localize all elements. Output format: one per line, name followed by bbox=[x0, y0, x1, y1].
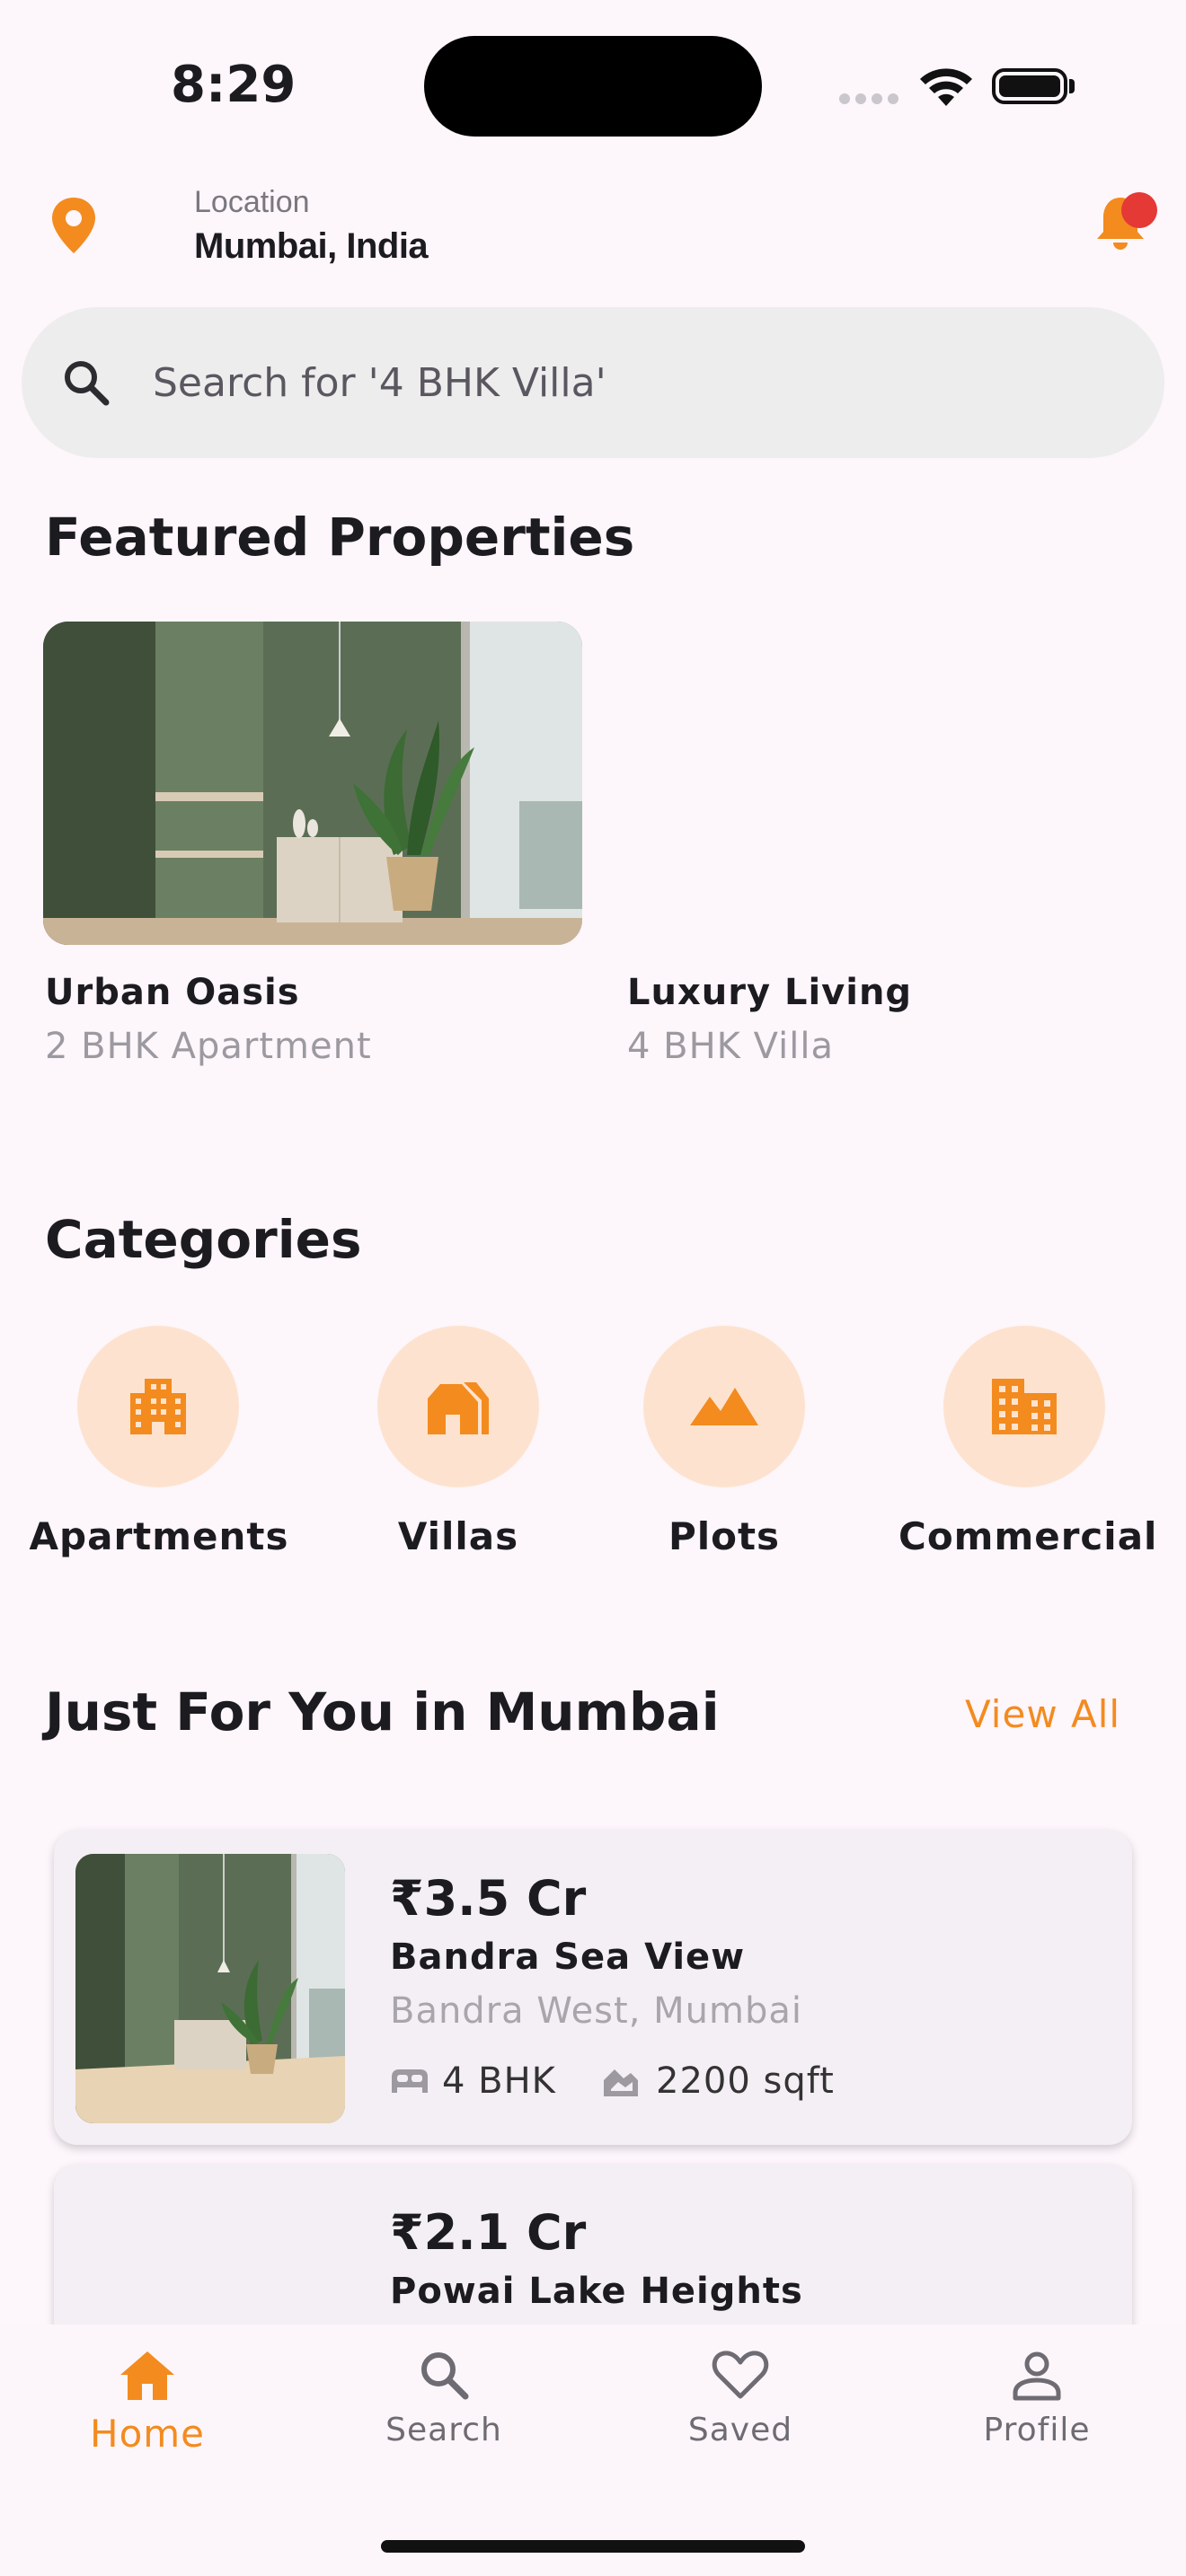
featured-card-title[interactable]: Luxury Living bbox=[627, 972, 912, 1013]
commercial-icon bbox=[992, 1379, 1057, 1434]
featured-card-title[interactable]: Urban Oasis bbox=[45, 972, 300, 1013]
location-label: Location bbox=[194, 185, 310, 219]
view-all-link[interactable]: View All bbox=[965, 1692, 1120, 1736]
notification-badge bbox=[1121, 192, 1157, 228]
nav-item-saved[interactable]: Saved bbox=[633, 2348, 848, 2448]
nav-item-search[interactable]: Search bbox=[336, 2348, 552, 2448]
category-icon-circle bbox=[643, 1326, 805, 1487]
listing-title: Powai Lake Heights bbox=[390, 2271, 803, 2312]
category-label[interactable]: Plots bbox=[625, 1514, 823, 1558]
search-icon bbox=[65, 361, 110, 406]
search-input[interactable] bbox=[151, 358, 1053, 407]
listing-price: ₹2.1 Cr bbox=[390, 2204, 587, 2261]
listing-area: 2200 sqft bbox=[656, 2060, 835, 2102]
just-for-you-section-title: Just For You in Mumbai bbox=[45, 1681, 720, 1742]
nav-label: Profile bbox=[983, 2412, 1091, 2448]
plot-icon bbox=[690, 1388, 758, 1425]
category-apartments[interactable] bbox=[77, 1326, 239, 1487]
category-commercial[interactable] bbox=[943, 1326, 1105, 1487]
category-icon-circle bbox=[943, 1326, 1105, 1487]
nav-item-profile[interactable]: Profile bbox=[929, 2348, 1145, 2448]
wifi-icon bbox=[920, 68, 972, 106]
featured-card-subtitle: 2 BHK Apartment bbox=[45, 1026, 372, 1067]
listing-image bbox=[75, 1854, 345, 2123]
category-villas[interactable] bbox=[377, 1326, 539, 1487]
search-bar[interactable] bbox=[22, 307, 1164, 458]
nav-label: Search bbox=[385, 2412, 502, 2448]
location-value[interactable]: Mumbai, India bbox=[194, 226, 429, 267]
area-icon bbox=[604, 2069, 638, 2096]
battery-icon bbox=[992, 68, 1067, 104]
listing-card[interactable]: ₹3.5 Cr Bandra Sea View Bandra West, Mum… bbox=[54, 1831, 1132, 2145]
listing-price: ₹3.5 Cr bbox=[390, 1870, 587, 1927]
dynamic-island bbox=[424, 36, 762, 137]
featured-section-title: Featured Properties bbox=[45, 507, 635, 568]
villa-icon bbox=[428, 1382, 489, 1434]
listing-location: Bandra West, Mumbai bbox=[390, 1990, 802, 2032]
search-icon bbox=[421, 2352, 469, 2400]
category-label[interactable]: Commercial bbox=[898, 1514, 1156, 1558]
category-icon-circle bbox=[77, 1326, 239, 1487]
apartment-icon bbox=[130, 1379, 186, 1434]
nav-label: Saved bbox=[687, 2412, 793, 2448]
battery-cap bbox=[1069, 79, 1075, 93]
featured-card-subtitle: 4 BHK Villa bbox=[627, 1026, 834, 1067]
bottom-navigation: Home Search Saved Profile bbox=[0, 2325, 1186, 2576]
categories-section-title: Categories bbox=[45, 1209, 362, 1270]
category-icon-circle bbox=[377, 1326, 539, 1487]
cellular-signal-icon bbox=[839, 93, 902, 106]
person-icon bbox=[1013, 2351, 1061, 2401]
featured-card-image-urban-oasis[interactable] bbox=[43, 622, 582, 945]
category-label[interactable]: Apartments bbox=[27, 1514, 291, 1558]
listing-title: Bandra Sea View bbox=[390, 1936, 746, 1978]
nav-label: Home bbox=[89, 2412, 206, 2456]
heart-icon bbox=[712, 2351, 769, 2399]
home-icon bbox=[120, 2351, 174, 2400]
location-pin-icon[interactable] bbox=[50, 196, 97, 255]
status-time: 8:29 bbox=[171, 56, 296, 114]
listing-beds: 4 BHK bbox=[442, 2060, 556, 2102]
category-label[interactable]: Villas bbox=[359, 1514, 557, 1558]
home-indicator bbox=[381, 2540, 805, 2553]
nav-item-home[interactable]: Home bbox=[40, 2348, 255, 2456]
bed-icon bbox=[392, 2069, 428, 2093]
category-plots[interactable] bbox=[643, 1326, 805, 1487]
